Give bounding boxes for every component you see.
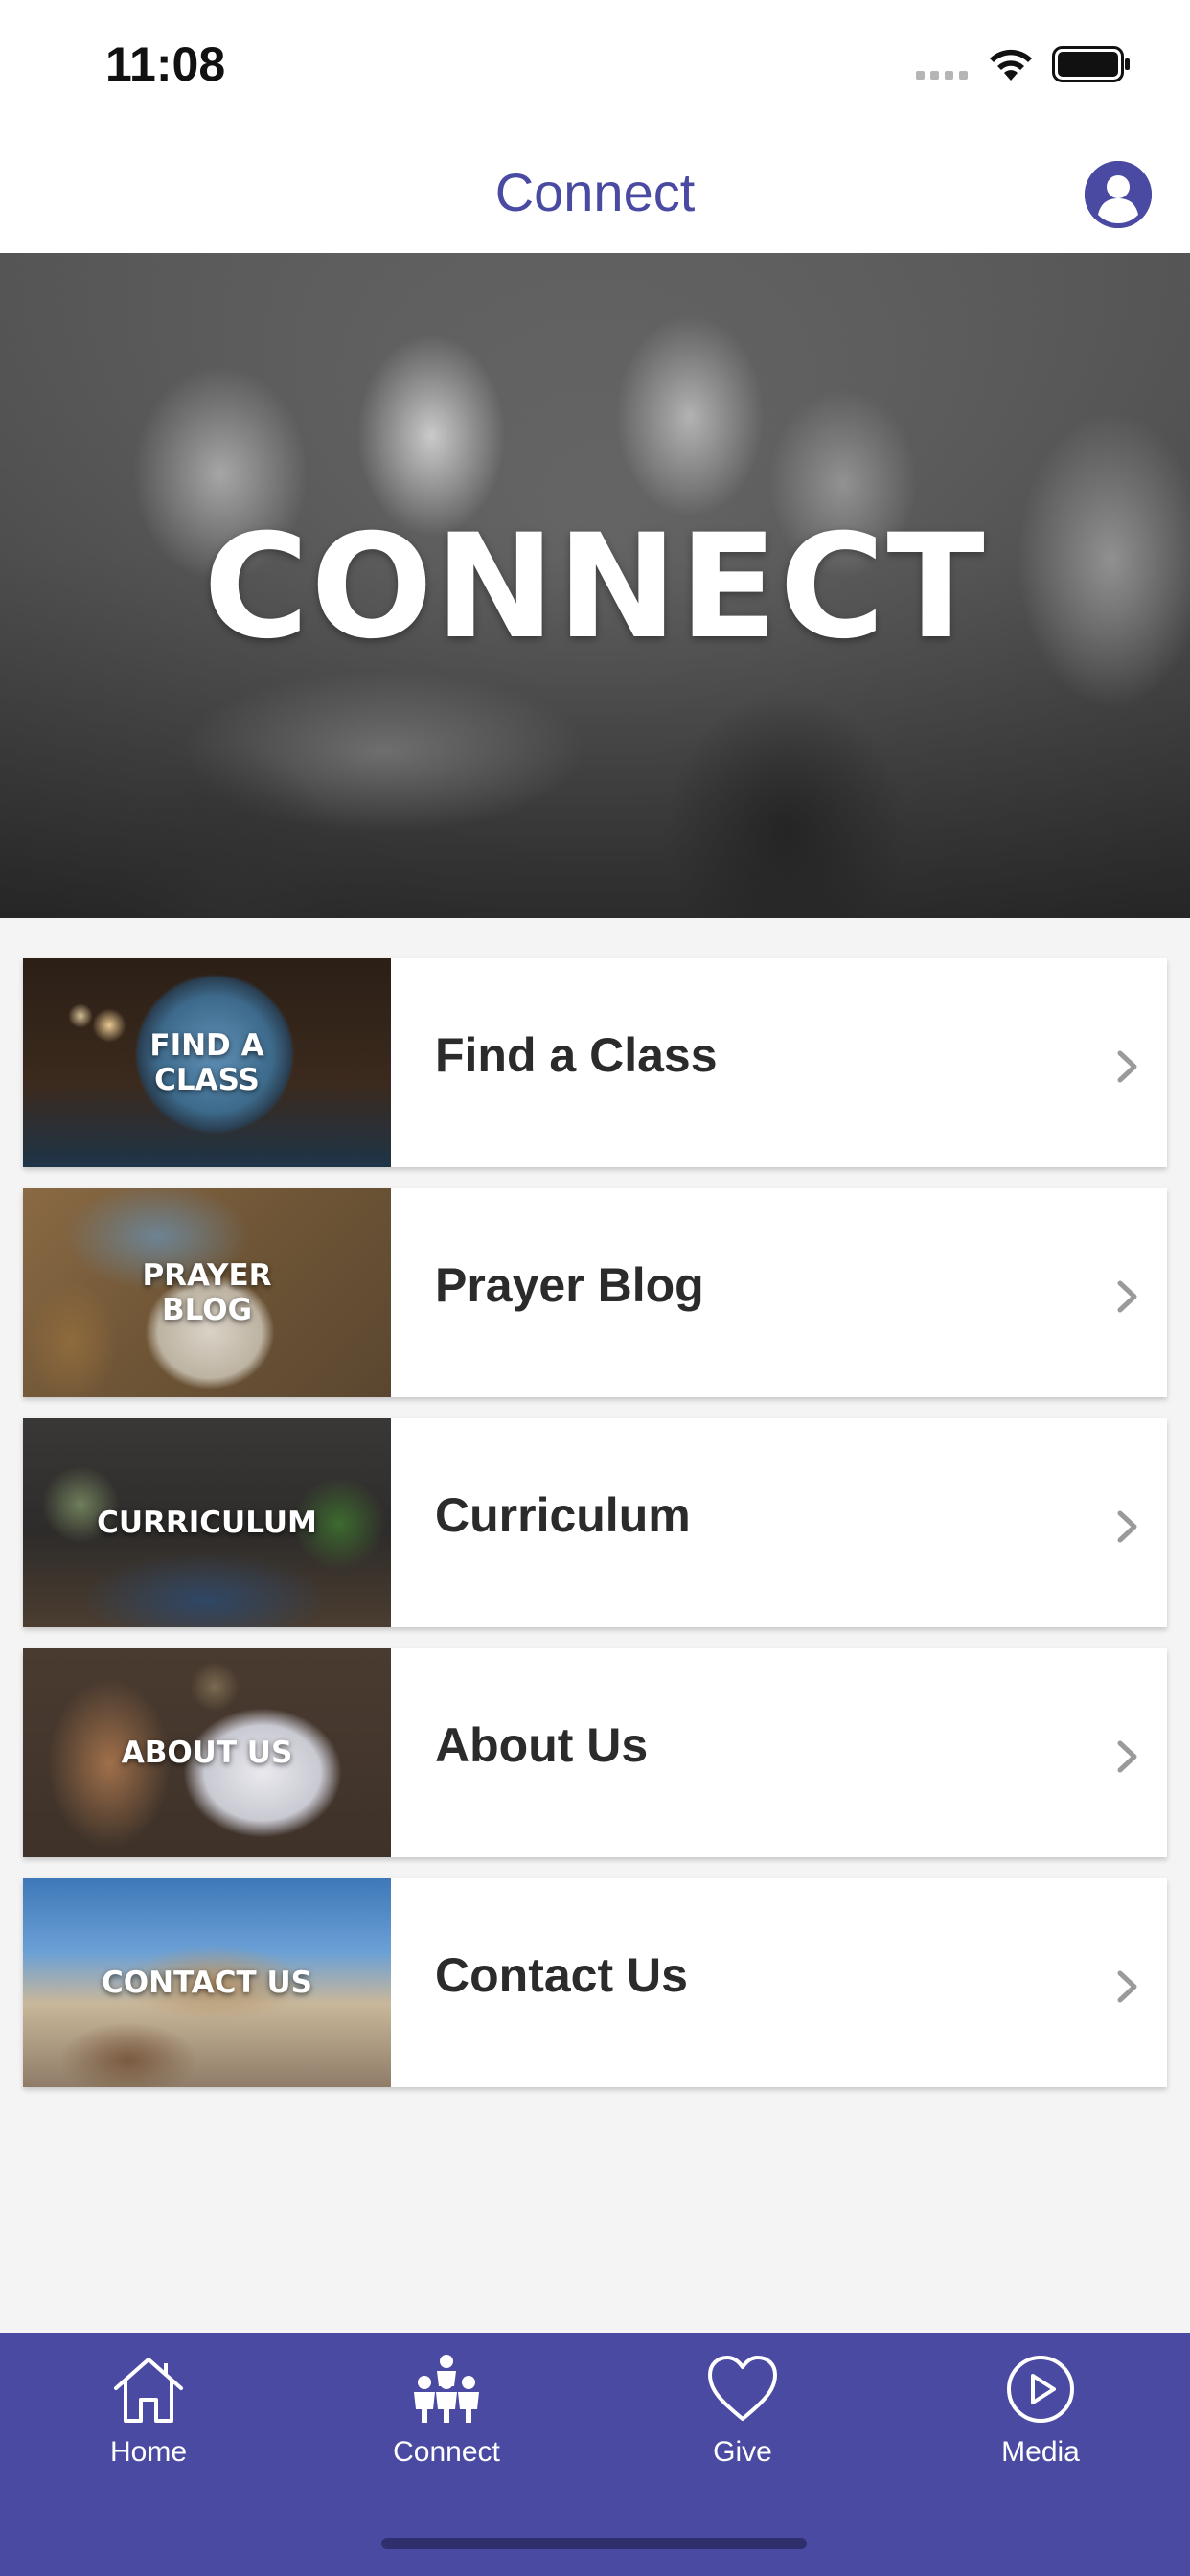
find-a-class-thumbnail: FIND A CLASS <box>23 958 391 1167</box>
menu-row-contact-us[interactable]: CONTACT US Contact Us <box>23 1878 1167 2087</box>
chevron-right-icon <box>1117 1970 1137 2003</box>
page-title: Connect <box>494 162 696 222</box>
status-time: 11:08 <box>105 37 226 91</box>
battery-icon <box>1052 46 1130 82</box>
play-circle-icon <box>1007 2356 1074 2423</box>
menu-row-label: Contact Us <box>435 1948 688 2002</box>
tab-label: Give <box>713 2436 772 2468</box>
menu-row-label: Find a Class <box>435 1028 718 1082</box>
menu-row-prayer-blog[interactable]: PRAYER BLOG Prayer Blog <box>23 1188 1167 1397</box>
menu-row-find-a-class[interactable]: FIND A CLASS Find a Class <box>23 958 1167 1167</box>
thumbnail-label: PRAYER BLOG <box>142 1258 272 1327</box>
navigation-bar: Connect <box>0 134 1190 253</box>
chevron-right-icon <box>1117 1510 1137 1543</box>
tab-label: Connect <box>393 2436 500 2468</box>
screen: 11:08 Connect CONNECT FIND A CLASS Find … <box>0 0 1190 2576</box>
menu-row-label: Prayer Blog <box>435 1258 704 1312</box>
tab-media[interactable]: Media <box>945 2354 1136 2497</box>
menu-row-about-us[interactable]: ABOUT US About Us <box>23 1648 1167 1857</box>
menu-row-label: About Us <box>435 1718 649 1772</box>
about-us-thumbnail: ABOUT US <box>23 1648 391 1857</box>
contact-us-thumbnail: CONTACT US <box>23 1878 391 2087</box>
tab-label: Home <box>109 2436 188 2468</box>
menu-row-label: Curriculum <box>435 1488 691 1542</box>
thumbnail-label: CURRICULUM <box>97 1506 317 1540</box>
wifi-icon <box>990 49 1032 80</box>
heart-icon <box>708 2356 777 2421</box>
thumbnail-label: CONTACT US <box>102 1966 312 2000</box>
tab-connect[interactable]: Connect <box>351 2354 542 2497</box>
curriculum-thumbnail: CURRICULUM <box>23 1418 391 1627</box>
chevron-right-icon <box>1117 1050 1137 1083</box>
home-icon <box>114 2358 183 2423</box>
tab-label: Media <box>1001 2436 1080 2468</box>
person-circle-icon <box>1085 161 1152 228</box>
tab-give[interactable]: Give <box>647 2354 838 2497</box>
menu-row-curriculum[interactable]: CURRICULUM Curriculum <box>23 1418 1167 1627</box>
status-bar: 11:08 <box>0 0 1190 134</box>
thumbnail-label: ABOUT US <box>121 1736 293 1770</box>
hero-banner-image: CONNECT <box>0 253 1190 918</box>
people-icon <box>414 2355 479 2423</box>
home-indicator[interactable] <box>381 2538 807 2549</box>
cellular-signal-icon <box>916 71 968 80</box>
tab-home[interactable]: Home <box>53 2354 244 2497</box>
menu-list: FIND A CLASS Find a Class PRAYER BLOG Pr… <box>23 958 1167 2108</box>
profile-button[interactable] <box>1085 161 1152 228</box>
thumbnail-label: FIND A CLASS <box>149 1028 264 1097</box>
chevron-right-icon <box>1117 1280 1137 1313</box>
hero-title: CONNECT <box>203 504 987 671</box>
chevron-right-icon <box>1117 1740 1137 1773</box>
prayer-blog-thumbnail: PRAYER BLOG <box>23 1188 391 1397</box>
